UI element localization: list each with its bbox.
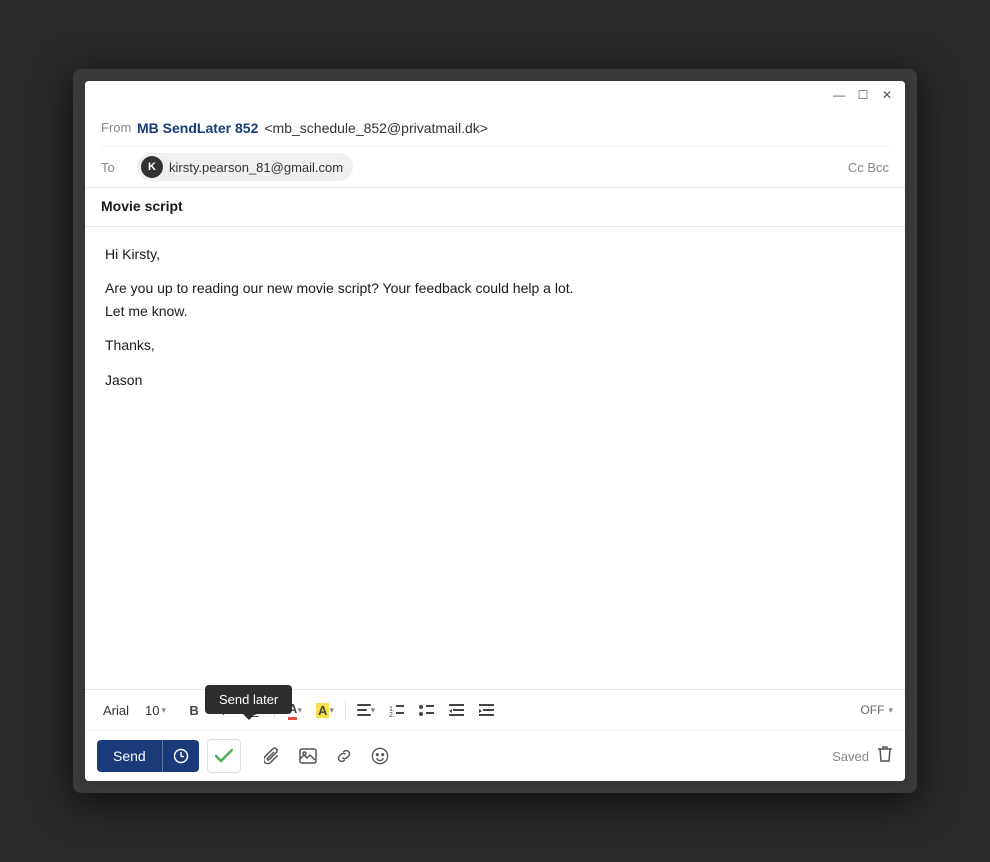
from-value: MB SendLater 852 <mb_schedule_852@privat…: [137, 120, 889, 136]
cc-bcc-button[interactable]: Cc Bcc: [848, 160, 889, 175]
header-section: From MB SendLater 852 <mb_schedule_852@p…: [85, 109, 905, 188]
from-label: From: [101, 120, 137, 135]
font-selector[interactable]: Arial: [97, 701, 135, 720]
body-paragraph1: Are you up to reading our new movie scri…: [105, 277, 885, 322]
toolbar-area: Arial 10 ▾ B I U A ▾ A ▾: [85, 689, 905, 781]
attach-image-button[interactable]: [293, 741, 323, 771]
to-row: To K kirsty.pearson_81@gmail.com Cc Bcc: [101, 147, 889, 187]
spellcheck-toggle[interactable]: OFF ▾: [860, 703, 893, 717]
from-row: From MB SendLater 852 <mb_schedule_852@p…: [101, 109, 889, 147]
recipient-chip[interactable]: K kirsty.pearson_81@gmail.com: [137, 153, 353, 181]
title-bar: — ☐ ✕: [85, 81, 905, 109]
delete-button[interactable]: [877, 745, 893, 768]
ordered-list-button[interactable]: 1.2.: [382, 696, 410, 724]
attach-icons: [257, 741, 395, 771]
to-label: To: [101, 160, 137, 175]
check-button[interactable]: [207, 739, 241, 773]
separator2: [345, 701, 346, 719]
body-greeting: Hi Kirsty,: [105, 243, 885, 265]
send-later-tooltip: Send later: [205, 685, 292, 714]
send-row: Send later Send: [85, 731, 905, 781]
send-button-group: Send: [97, 740, 199, 772]
font-size-selector[interactable]: 10 ▾: [141, 701, 170, 720]
saved-label: Saved: [832, 749, 869, 764]
indent-increase-button[interactable]: [472, 696, 500, 724]
bold-button[interactable]: B: [180, 696, 208, 724]
maximize-button[interactable]: ☐: [855, 87, 871, 103]
body-signature: Jason: [105, 369, 885, 391]
saved-status: Saved: [832, 745, 893, 768]
recipient-email: kirsty.pearson_81@gmail.com: [169, 160, 343, 175]
svg-text:2.: 2.: [389, 712, 395, 717]
align-button[interactable]: ▾: [352, 696, 380, 724]
sender-name: MB SendLater 852: [137, 120, 258, 136]
email-compose-window: — ☐ ✕ From MB SendLater 852 <mb_schedule…: [85, 81, 905, 781]
unordered-list-button[interactable]: [412, 696, 440, 724]
insert-link-button[interactable]: [329, 741, 359, 771]
indent-decrease-button[interactable]: [442, 696, 470, 724]
minimize-button[interactable]: —: [831, 87, 847, 103]
send-later-button[interactable]: [162, 740, 199, 772]
body-closing: Thanks,: [105, 334, 885, 356]
attach-file-button[interactable]: [257, 741, 287, 771]
emoji-button[interactable]: [365, 741, 395, 771]
sender-email: <mb_schedule_852@privatmail.dk>: [264, 120, 488, 136]
avatar: K: [141, 156, 163, 178]
highlight-color-button[interactable]: A ▾: [311, 696, 339, 724]
subject-text: Movie script: [101, 198, 183, 214]
email-body[interactable]: Hi Kirsty, Are you up to reading our new…: [85, 227, 905, 689]
subject-row: Movie script: [85, 188, 905, 227]
send-button[interactable]: Send: [97, 740, 162, 772]
close-button[interactable]: ✕: [879, 87, 895, 103]
